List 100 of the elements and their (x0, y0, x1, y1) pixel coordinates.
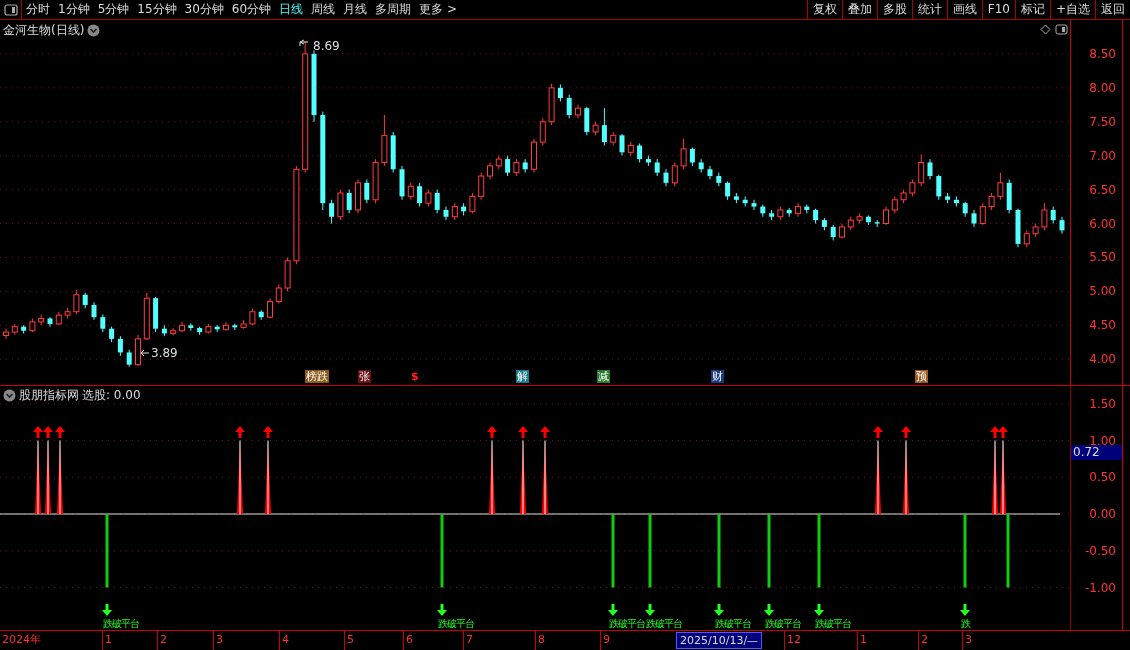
toolbar-button[interactable]: 画线 (946, 0, 982, 19)
candlestick (936, 174, 942, 201)
toolbar-button[interactable]: 复权 (806, 0, 842, 19)
date-label: 8 (538, 633, 545, 647)
date-label: 3 (216, 633, 223, 647)
period-tab[interactable]: 5分钟 (93, 0, 134, 19)
date-label: 7 (466, 633, 473, 647)
up-arrow-icon (873, 426, 883, 438)
candlestick (364, 178, 370, 204)
axis-label: 5.00 (1089, 284, 1116, 299)
candlestick (584, 106, 590, 136)
up-arrow-icon (55, 426, 65, 438)
indicator-value: 选股: 0.00 (82, 387, 141, 403)
up-arrow-icon (43, 426, 53, 438)
down-arrow-icon (437, 604, 447, 616)
axis-label: -1.00 (1084, 580, 1116, 595)
period-tab[interactable]: 1分钟 (54, 0, 94, 19)
toolbar-button[interactable]: 多股 (876, 0, 912, 19)
period-tab[interactable]: 15分钟 (133, 0, 181, 19)
period-tab[interactable]: 周线 (307, 0, 340, 19)
signal-label: 跌破平台 (815, 618, 851, 630)
cursor-date-label: 2025/10/13/— (676, 632, 763, 649)
candlestick (619, 133, 625, 157)
period-tab[interactable]: 30分钟 (180, 0, 228, 19)
down-arrow-icon (645, 604, 655, 616)
down-arrow-icon (714, 604, 724, 616)
chevron-down-icon[interactable] (3, 388, 16, 402)
panel-toggle-icon[interactable] (1055, 24, 1068, 35)
candlestick (275, 284, 282, 305)
event-tag[interactable]: 财 (711, 370, 724, 383)
candlestick (927, 158, 933, 180)
up-arrow-icon (901, 426, 911, 438)
toolbar-button[interactable]: 叠加 (841, 0, 877, 19)
candlestick (117, 335, 123, 357)
axis-label: 0.50 (1089, 470, 1116, 485)
candlestick (637, 142, 643, 163)
date-label: 12 (787, 633, 801, 647)
event-tag[interactable]: 减 (597, 370, 610, 383)
toolbar-button[interactable]: +自选 (1049, 0, 1095, 19)
signal-label: 跌破平台 (715, 618, 751, 630)
period-tab[interactable]: 月线 (339, 0, 372, 19)
signal-label: 跌破平台 (609, 618, 645, 630)
candlestick (997, 172, 1004, 201)
candlestick (3, 328, 9, 340)
period-tab[interactable]: 分时 (22, 0, 54, 19)
period-tab[interactable]: 多周期 (371, 0, 416, 19)
up-arrow-icon (263, 426, 273, 438)
axis-label: 1.00 (1089, 433, 1116, 448)
axis-label: 5.50 (1089, 250, 1116, 265)
candlestick (751, 199, 757, 211)
period-tab[interactable]: 60分钟 (227, 0, 276, 19)
toolbar-button[interactable]: F10 (981, 0, 1015, 19)
candlestick (883, 206, 889, 226)
pointer-arrow-icon (299, 39, 309, 47)
diamond-icon[interactable] (1040, 24, 1051, 35)
candlestick (47, 316, 53, 328)
axis-label: 1.50 (1089, 396, 1116, 411)
candlestick (329, 199, 335, 225)
panel-toggle-icon[interactable] (3, 3, 18, 16)
toolbar-button[interactable]: 返回 (1095, 0, 1130, 19)
chevron-down-icon[interactable] (87, 23, 101, 37)
date-label: 2024年 (2, 633, 41, 647)
axis-label: 7.00 (1089, 148, 1116, 163)
pointer-arrow-icon (140, 349, 150, 357)
event-tag[interactable]: 解 (516, 370, 529, 383)
event-tag[interactable]: $ (410, 370, 420, 383)
candlestick (918, 153, 925, 187)
down-arrow-icon (102, 604, 112, 616)
candlestick (689, 147, 695, 167)
candlestick (346, 189, 352, 214)
current-value-label: 0.72 (1071, 445, 1122, 460)
period-tab[interactable]: 日线 (275, 0, 308, 19)
toolbar-button[interactable]: 标记 (1014, 0, 1050, 19)
candlestick (566, 94, 572, 119)
event-tag[interactable]: 预 (915, 370, 928, 383)
date-label: 2 (921, 633, 928, 647)
date-label: 4 (282, 633, 289, 647)
axis-label: 4.00 (1089, 352, 1116, 367)
event-tag[interactable]: 榜跌 (305, 370, 329, 383)
signal-label: 跌破平台 (103, 618, 139, 630)
signal-label: 跌 (961, 618, 970, 630)
toolbar-button[interactable]: 统计 (911, 0, 947, 19)
signal-label: 跌破平台 (438, 618, 474, 630)
axis-label: -0.50 (1084, 543, 1116, 558)
down-arrow-icon (764, 604, 774, 616)
candlestick (478, 172, 485, 201)
date-label: 1 (860, 633, 867, 647)
event-tag[interactable]: 张 (358, 370, 371, 383)
down-arrow-icon (608, 604, 618, 616)
down-arrow-icon (814, 604, 824, 616)
candlestick (680, 138, 687, 170)
up-arrow-icon (518, 426, 528, 438)
axis-label: 8.50 (1089, 46, 1116, 61)
axis-label: 0.00 (1089, 507, 1116, 521)
candlestick (434, 189, 440, 214)
period-tab[interactable]: 更多 > (415, 0, 461, 19)
candlestick (469, 192, 476, 214)
candlestick (725, 180, 731, 201)
candlestick (539, 117, 546, 147)
candlestick (267, 297, 273, 320)
